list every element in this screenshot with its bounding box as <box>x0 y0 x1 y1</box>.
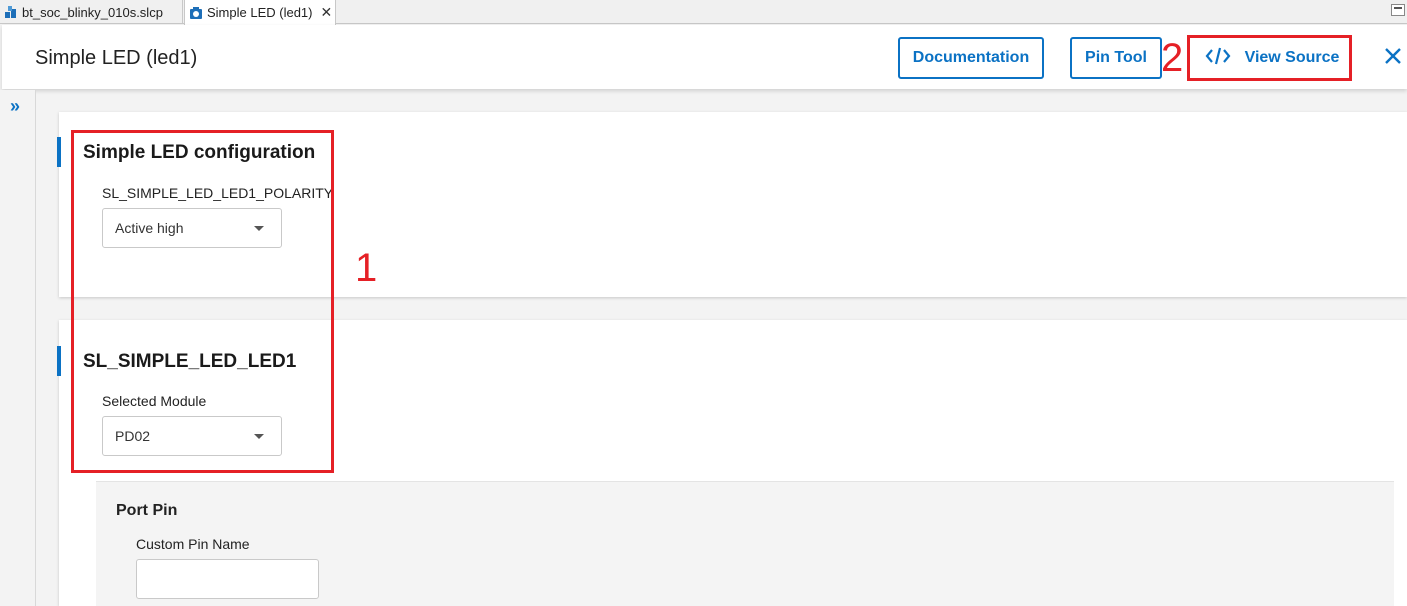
close-icon[interactable] <box>1382 45 1404 67</box>
side-rail: » <box>0 90 36 606</box>
tab-label: Simple LED (led1) <box>207 5 313 20</box>
documentation-button[interactable]: Documentation <box>898 37 1044 79</box>
port-pin-title: Port Pin <box>116 502 178 519</box>
custom-pin-name-input[interactable] <box>136 559 319 599</box>
page-title: Simple LED (led1) <box>35 47 198 69</box>
expand-chevron-icon[interactable]: » <box>10 96 20 117</box>
project-icon <box>4 5 18 19</box>
port-pin-panel: Port Pin Custom Pin Name <box>96 481 1394 606</box>
tab-bt-soc-blinky[interactable]: bt_soc_blinky_010s.slcp <box>0 0 183 24</box>
pin-tool-button[interactable]: Pin Tool <box>1070 37 1162 79</box>
section-accent-bar <box>57 137 61 167</box>
tab-close-icon[interactable]: ✕ <box>321 4 333 21</box>
minimize-icon[interactable] <box>1391 4 1405 16</box>
annotation-box-2 <box>1187 35 1352 81</box>
section-accent-bar <box>57 346 61 376</box>
annotation-box-1 <box>71 130 334 473</box>
tab-simple-led[interactable]: Simple LED (led1) ✕ <box>184 0 336 25</box>
custom-pin-name-label: Custom Pin Name <box>136 536 250 552</box>
annotation-label-1: 1 <box>355 246 378 290</box>
tab-label: bt_soc_blinky_010s.slcp <box>22 4 163 20</box>
annotation-label-2: 2 <box>1161 36 1184 80</box>
editor-tab-strip: bt_soc_blinky_010s.slcp Simple LED (led1… <box>0 0 1407 25</box>
component-icon <box>189 6 203 20</box>
